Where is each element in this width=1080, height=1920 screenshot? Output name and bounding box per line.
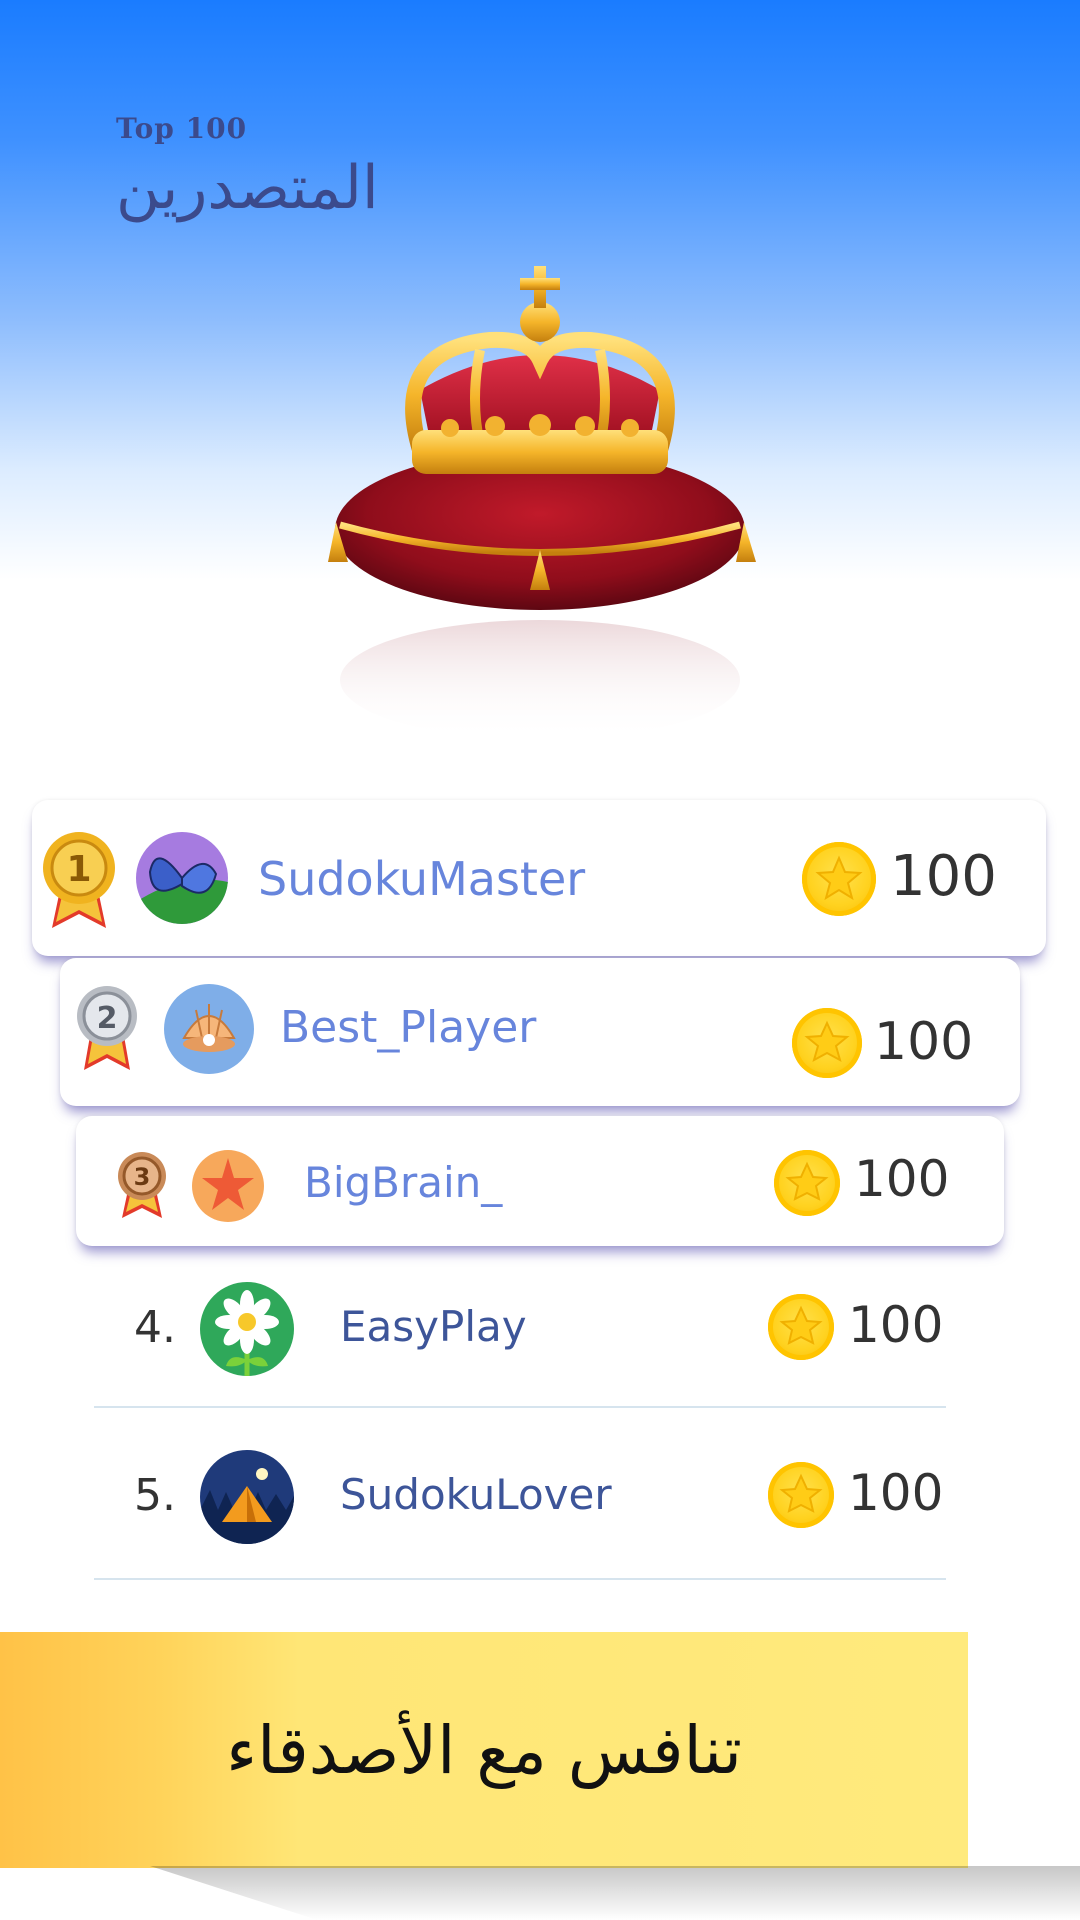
rank-number: 4. <box>134 1302 176 1353</box>
svg-text:1: 1 <box>66 849 91 890</box>
bronze-medal-icon: 3 <box>114 1150 170 1220</box>
leaderboard-row[interactable]: 4. EasyPlay 100 <box>0 1260 1080 1408</box>
daisy-avatar-icon <box>200 1282 294 1376</box>
svg-text:3: 3 <box>134 1163 151 1191</box>
player-name: SudokuLover <box>340 1470 612 1519</box>
tent-avatar-icon <box>200 1450 294 1544</box>
banner-shadow <box>150 1866 1080 1920</box>
seashell-avatar-icon <box>164 984 254 1074</box>
butterfly-avatar-icon <box>136 832 228 924</box>
leaderboard-card[interactable]: 3 BigBrain_ 100 <box>76 1116 1004 1246</box>
top-100-label: Top 100 <box>116 112 248 145</box>
star-coin-icon <box>802 842 876 916</box>
leaderboard-card[interactable]: 2 Best_Player 100 <box>60 958 1020 1106</box>
crown-icon <box>320 260 760 740</box>
leaderboard-card[interactable]: 1 SudokuMaster 100 <box>32 800 1046 956</box>
silver-medal-icon: 2 <box>74 984 140 1072</box>
row-divider <box>94 1406 946 1408</box>
leaderboard-header: Top 100 المتصدرين <box>116 112 379 223</box>
player-name: BigBrain_ <box>304 1158 503 1207</box>
leaderboard-row[interactable]: 5. SudokuLover 100 <box>0 1428 1080 1576</box>
player-score: 100 <box>854 1150 950 1208</box>
rank-number: 5. <box>134 1470 176 1521</box>
star-coin-icon <box>768 1294 834 1360</box>
row-divider <box>94 1578 946 1580</box>
player-score: 100 <box>848 1464 944 1522</box>
star-coin-icon <box>774 1150 840 1216</box>
gold-medal-icon: 1 <box>40 830 118 930</box>
star-coin-icon <box>792 1008 862 1078</box>
player-name: Best_Player <box>280 1002 537 1053</box>
starfish-avatar-icon <box>192 1150 264 1222</box>
player-score: 100 <box>848 1296 944 1354</box>
player-score: 100 <box>874 1012 974 1072</box>
player-name: EasyPlay <box>340 1302 527 1351</box>
svg-text:2: 2 <box>97 1001 118 1036</box>
player-name: SudokuMaster <box>258 852 586 906</box>
banner-text: تنافس مع الأصدقاء <box>226 1711 742 1789</box>
player-score: 100 <box>890 844 997 909</box>
star-coin-icon <box>768 1462 834 1528</box>
page-title: المتصدرين <box>116 153 379 223</box>
